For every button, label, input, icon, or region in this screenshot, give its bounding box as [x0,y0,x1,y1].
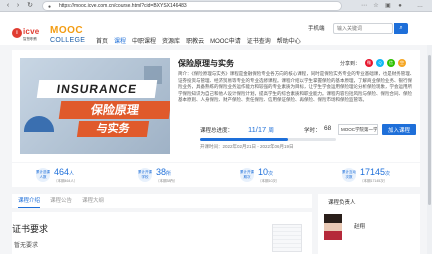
cover-title-cn-1: 保险原理 [58,101,170,119]
nav-resource-library[interactable]: 资源库 [162,36,180,46]
cover-title-en: INSURANCE [36,80,158,98]
tab-announcements[interactable]: 课程公告 [50,194,72,208]
stat-value: 38所 [156,167,171,177]
college-logo-text: COLLEGE [50,37,86,44]
nav-mooc-apply[interactable]: MOOC申请 [210,36,241,46]
menu-icon[interactable]: … [416,2,424,10]
stat-sub: （本期10次） [258,179,280,183]
stat-interactions: 累计互动次数 17145次 （本期17145次） [318,163,420,187]
progress-unit: 周 [268,128,274,134]
course-dates: 开课时间：2022年02月21日 - 2022年06月19日 [200,144,294,149]
search-icon: ⌕ [399,25,403,31]
stat-sub: （本期38所） [156,179,178,183]
share-bar: 分享到： 微 Q 信 空 [340,58,407,68]
page-scrollbar[interactable] [427,45,432,254]
stat-number: 10 [258,167,269,177]
teacher-name[interactable]: 赵翔 [354,222,365,230]
url-text: https://mooc.icve.com.cn/course.html?cid… [59,3,187,9]
teacher-header: 课程负责人 [328,200,356,206]
stat-value: 464人 [54,167,74,177]
course-title: 保险原理与实务 [178,59,234,68]
extensions-icon[interactable]: ⋯ [360,2,368,10]
main-nav: 首页 课程 中职课程 资源库 职教云 MOOC申请 证书查询 帮助中心 [96,36,301,46]
course-progress: 课程总进度： 11/17 周 学时： 68 [200,125,336,137]
teacher-card: 课程负责人 赵翔 [318,194,420,254]
reload-icon[interactable]: ↻ [26,2,34,10]
stat-students: 累计选课人数 464人 （本期464人） [12,163,114,187]
progress-bar [200,138,336,141]
nav-help-center[interactable]: 帮助中心 [277,36,301,46]
icve-logo-text: icve [23,27,40,36]
sessions-icon: 累计开课期次 [240,168,254,182]
cover-title-cn-2: 与实务 [76,121,150,137]
certificate-title: 证书要求 [12,224,49,234]
progress-number: 11/17 [248,125,267,134]
weibo-icon[interactable]: 微 [365,59,374,67]
stat-sub: （本期17145次） [360,179,388,183]
credit-label: 学时： [304,128,321,134]
nav-certificate-query[interactable]: 证书查询 [247,36,271,46]
nav-zhijiaoyun[interactable]: 职教云 [186,36,204,46]
teacher-avatar[interactable] [324,214,342,240]
back-icon[interactable]: ‹ [4,2,12,10]
icve-logo[interactable]: i icve 智慧职教 [12,27,46,45]
stat-schools: 累计开课学校 38所 （本期38所） [114,163,216,187]
schools-icon: 累计开课学校 [138,168,152,182]
tab-syllabus[interactable]: 课程大纲 [82,194,104,208]
join-course-button[interactable]: 加入课程 [382,124,416,135]
favorites-icon[interactable]: ☆ [372,2,380,10]
certificate-none-text: 暂无要求 [14,243,39,249]
qq-icon[interactable]: Q [376,59,385,67]
course-tabs: 课程介绍 课程公告 课程大纲 [12,194,312,208]
stat-unit: 次 [385,171,391,177]
stat-sub: （本期464人） [54,179,78,183]
share-label: 分享到： [340,60,361,67]
course-cover-image: INSURANCE 保险原理 与实务 [20,58,170,154]
certificate-section: 证书要求 暂无要求 [12,212,312,254]
progress-bar-fill [200,138,288,141]
nav-home[interactable]: 首页 [96,36,108,46]
progress-value: 11/17 周 [248,125,274,134]
collections-icon[interactable]: ▣ [384,2,392,10]
icve-mark-icon: i [12,28,22,38]
stat-unit: 人 [69,171,75,177]
credit-value: 68 [324,125,332,132]
scrollbar-thumb[interactable] [428,55,431,205]
lock-icon: ● [48,4,52,10]
profile-icon[interactable]: ● [396,2,404,10]
icve-logo-subtitle: 智慧职教 [23,37,37,41]
progress-label: 课程总进度： [200,128,234,134]
stat-value: 17145次 [360,167,390,177]
stat-unit: 所 [166,171,172,177]
stat-number: 38 [156,167,167,177]
umbrella-graphic [24,116,54,132]
address-bar[interactable]: ● https://mooc.icve.com.cn/course.html?c… [42,1,342,11]
course-hero: INSURANCE 保险原理 与实务 保险原理与实务 分享到： 微 Q 信 空 … [12,50,420,162]
interactions-icon: 累计互动次数 [342,168,356,182]
nav-courses[interactable]: 课程 [114,36,126,46]
search-area: 手机端 ⌕ [308,23,412,34]
mooc-logo-text: MOOC [50,25,84,36]
tab-course-intro[interactable]: 课程介绍 [18,194,41,208]
course-stats: 累计选课人数 464人 （本期464人） 累计开课学校 38所 （本期38所） … [12,163,420,187]
search-button[interactable]: ⌕ [394,23,408,34]
students-icon: 累计选课人数 [36,168,50,182]
stat-sessions: 累计开课期次 10次 （本期10次） [216,163,318,187]
browser-toolbar: ‹ › ↻ ● https://mooc.icve.com.cn/course.… [0,0,432,12]
stat-number: 464 [54,167,70,177]
forward-icon[interactable]: › [14,2,22,10]
mobile-link[interactable]: 手机端 [308,24,325,32]
mooc-college-logo[interactable]: MOOC COLLEGE [48,25,90,49]
course-intro: 简介：《保险原理与实务》课程是金融保险专业各方向的核心课程，同时是保险实务专业的… [178,71,415,102]
mooc-term-select[interactable]: MOOC学院第一学期 [338,124,378,135]
stat-value: 10次 [258,167,273,177]
stat-unit: 次 [268,171,274,177]
qzone-icon[interactable]: 空 [398,59,407,67]
wechat-icon[interactable]: 信 [387,59,396,67]
stat-number: 17145 [360,167,386,177]
certificate-image [272,224,302,252]
nav-secondary-courses[interactable]: 中职课程 [132,36,156,46]
search-input[interactable] [333,23,393,34]
